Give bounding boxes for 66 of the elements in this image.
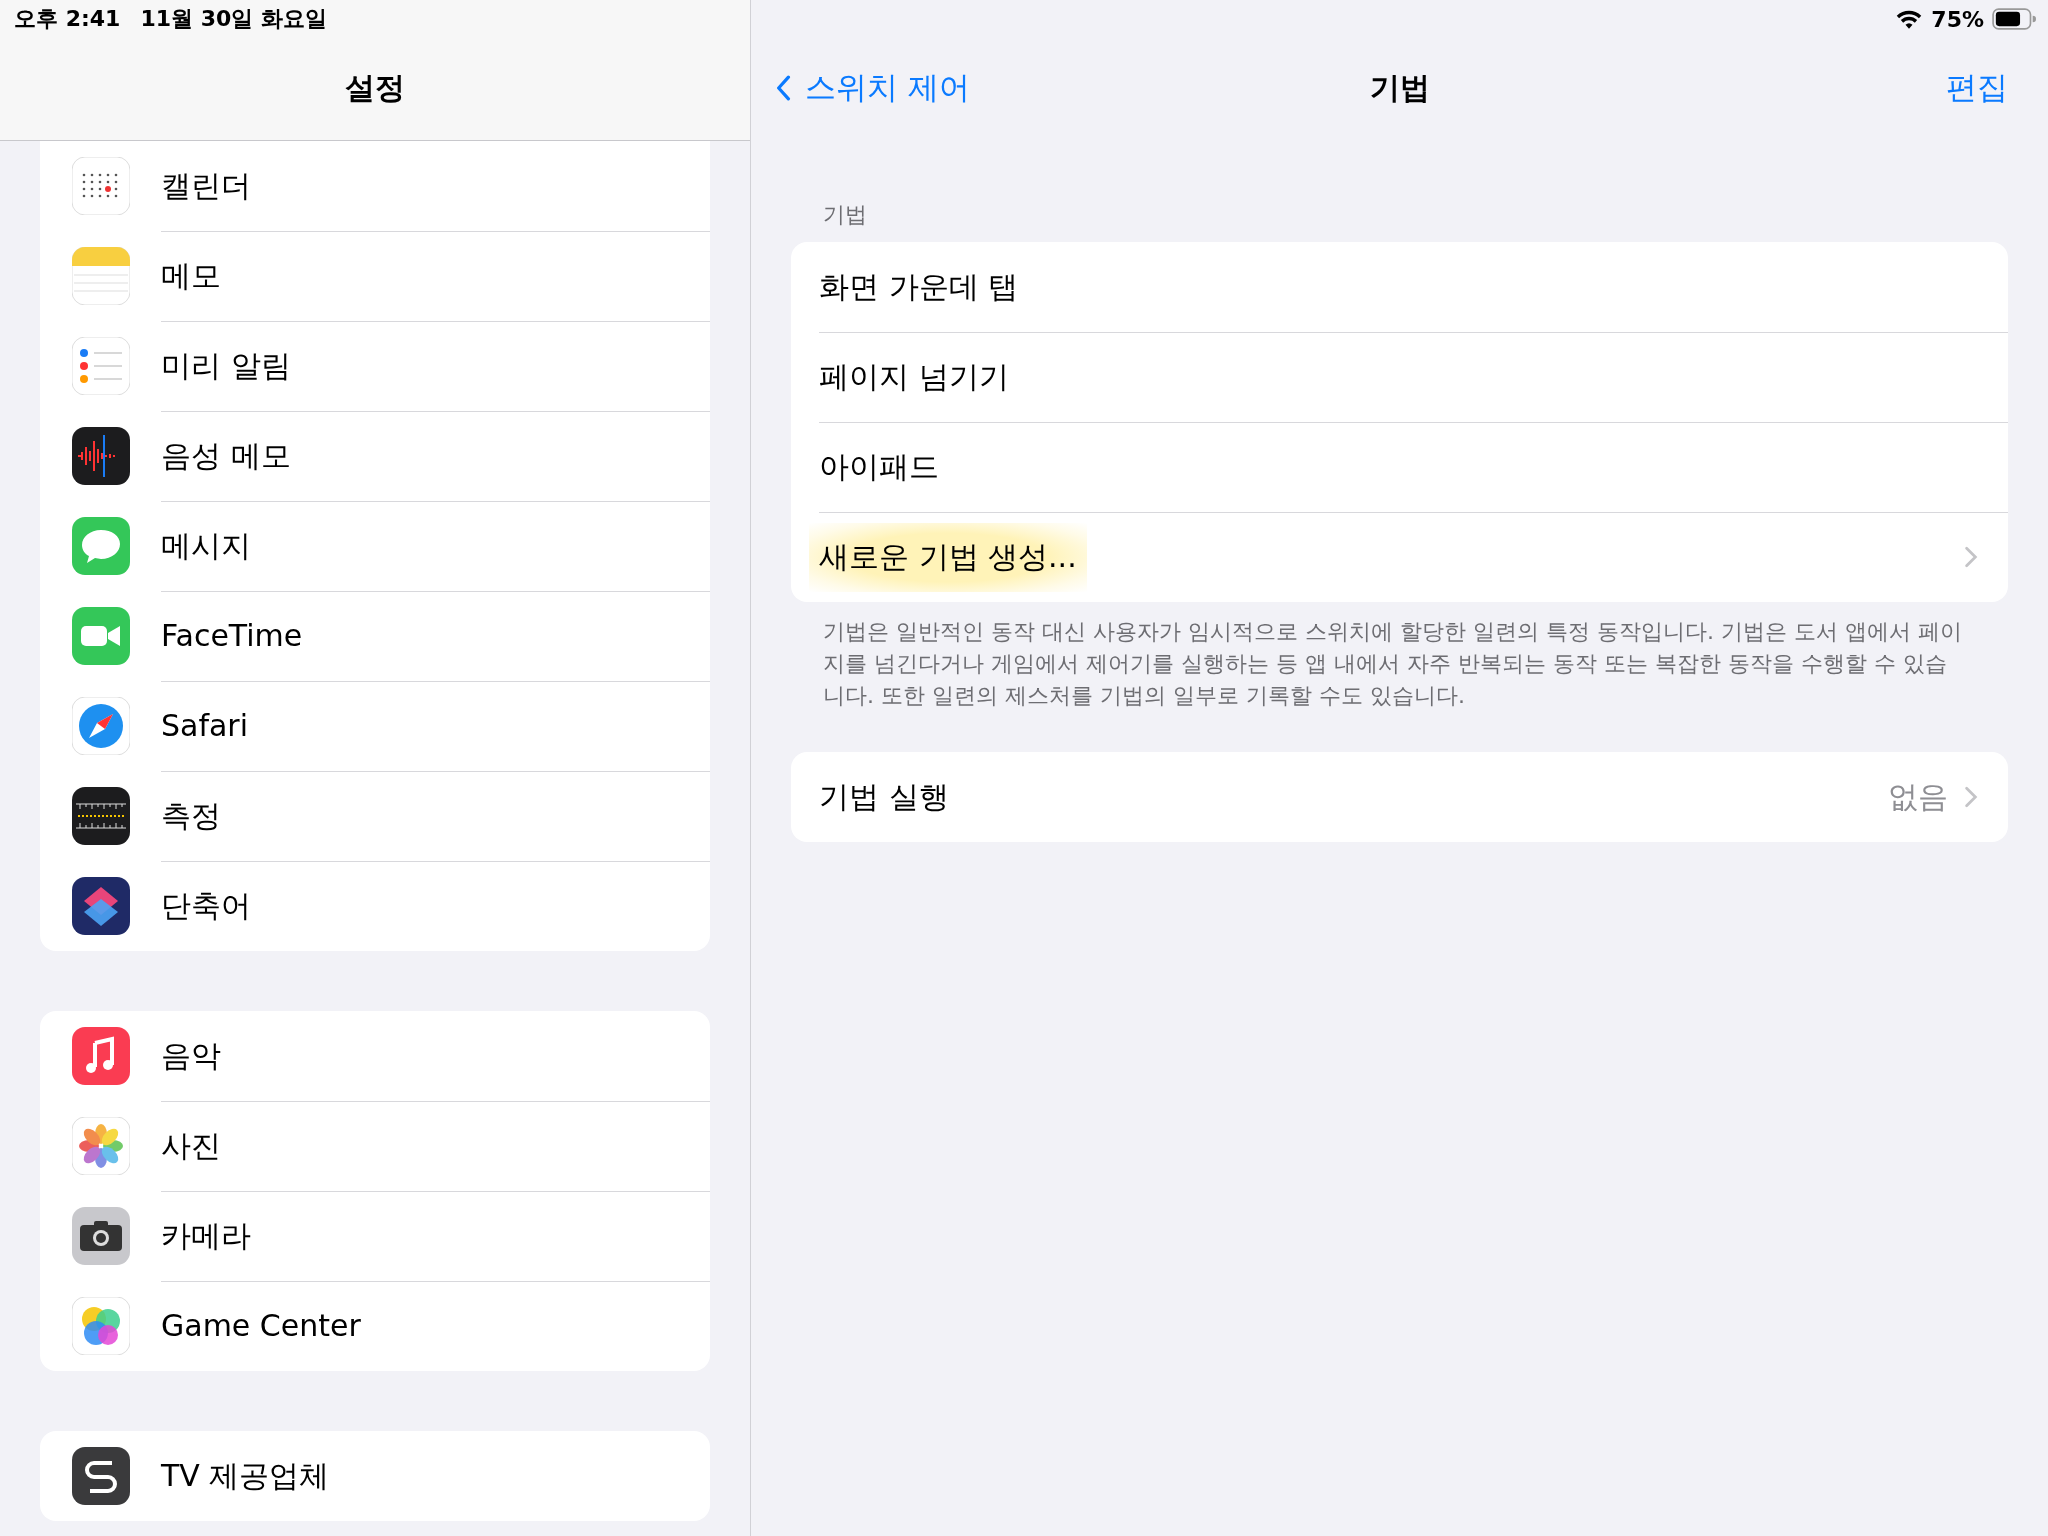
settings-item[interactable]: 카메라	[40, 1191, 710, 1281]
ruler-icon	[72, 787, 130, 845]
flower-icon	[72, 1117, 130, 1175]
recipe-item[interactable]: 페이지 넘기기	[791, 332, 2008, 422]
settings-item-label: 음성 메모	[161, 437, 292, 475]
settings-item[interactable]: 메시지	[40, 501, 710, 591]
music-note-icon	[72, 1027, 130, 1085]
settings-item-label: TV 제공업체	[161, 1457, 331, 1495]
settings-item[interactable]: 미리 알림	[40, 321, 710, 411]
settings-item[interactable]: FaceTime	[40, 591, 710, 681]
launch-recipe-label: 기법 실행	[819, 777, 950, 816]
settings-item-label: 음악	[161, 1037, 222, 1075]
page-title: 기법	[1369, 68, 1430, 107]
settings-item-label: 측정	[161, 797, 222, 835]
settings-item-label: Safari	[161, 707, 250, 745]
video-camera-icon	[72, 607, 130, 665]
settings-item[interactable]: 단축어	[40, 861, 710, 951]
checklist-icon	[72, 337, 130, 395]
settings-item[interactable]: 측정	[40, 771, 710, 861]
layered-shapes-icon	[72, 877, 130, 935]
edit-button[interactable]: 편집	[1946, 67, 2008, 109]
settings-item-label: 단축어	[161, 887, 252, 925]
status-time: 오후 2:41	[14, 5, 121, 33]
camera-icon	[72, 1207, 130, 1265]
settings-item-label: 미리 알림	[161, 347, 292, 385]
back-button[interactable]: 스위치 제어	[775, 67, 970, 109]
recipe-label: 페이지 넘기기	[819, 357, 1010, 396]
settings-item-label: Game Center	[161, 1307, 362, 1345]
speech-bubble-icon	[72, 517, 130, 575]
section-footer: 기법은 일반적인 동작 대신 사용자가 임시적으로 스위치에 할당한 일련의 특정 동작입니다. 기법은 도서 앱에서 페이지를 넘긴다거나 게임에서 제어기를 실행하는 등 앱 내에서 자주 반복되는 동작 또는 복잡한 동작을 수행할 수 있습니다. 또한 일련의 제스처를 기법의 일부로 기록할 수도 있습니다.	[791, 602, 2008, 712]
notepad-icon	[72, 247, 130, 305]
settings-item[interactable]: 음악	[40, 1011, 710, 1101]
recipe-item[interactable]: 새로운 기법 생성...	[791, 512, 2008, 602]
settings-item[interactable]: Game Center	[40, 1281, 710, 1371]
settings-item[interactable]: Safari	[40, 681, 710, 771]
recipe-item[interactable]: 화면 가운데 탭	[791, 242, 2008, 332]
cable-icon	[72, 1447, 130, 1505]
recipe-label: 새로운 기법 생성...	[809, 522, 1087, 592]
settings-item-label: 메시지	[161, 527, 252, 565]
battery-icon	[1992, 8, 2036, 30]
waveform-icon	[72, 427, 130, 485]
settings-item[interactable]: 사진	[40, 1101, 710, 1191]
chevron-icon	[1964, 786, 1978, 808]
launch-recipe-value: 없음	[1888, 777, 1948, 816]
section-header: 기법	[822, 201, 868, 229]
status-date: 11월 30일 화요일	[140, 5, 327, 33]
sidebar-title: 설정	[344, 69, 406, 107]
settings-item-label: 캘린더	[161, 167, 252, 205]
recipe-label: 아이패드	[819, 447, 940, 486]
settings-item[interactable]: TV 제공업체	[40, 1431, 710, 1521]
launch-recipe-item[interactable]: 기법 실행 없음	[791, 752, 2008, 842]
settings-item[interactable]: 캘린더	[40, 141, 710, 231]
settings-item-label: 카메라	[161, 1217, 252, 1255]
settings-item-label: 메모	[161, 257, 222, 295]
chevron-left-icon	[775, 75, 791, 101]
recipe-label: 화면 가운데 탭	[819, 267, 1020, 306]
colored-bubbles-icon	[72, 1297, 130, 1355]
settings-item-label: FaceTime	[161, 617, 304, 655]
battery-percentage: 75%	[1931, 6, 1984, 32]
recipe-item[interactable]: 아이패드	[791, 422, 2008, 512]
calendar-grid-icon	[72, 157, 130, 215]
settings-item[interactable]: 메모	[40, 231, 710, 321]
settings-item[interactable]: 음성 메모	[40, 411, 710, 501]
compass-icon	[72, 697, 130, 755]
settings-item-label: 사진	[161, 1127, 222, 1165]
wifi-icon	[1895, 8, 1924, 30]
